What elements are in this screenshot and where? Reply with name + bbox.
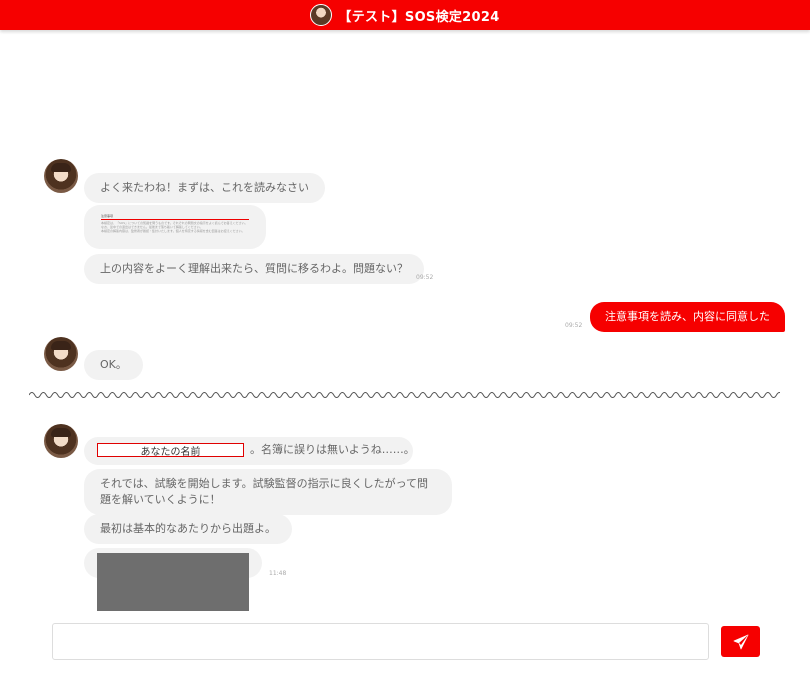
document-preview[interactable]: 注意事項 本検定は、「SOS」についての知識を問うものです。それぞれの問題文の指…: [101, 214, 251, 240]
bot-message: 最初は基本的なあたりから出題よ。: [84, 514, 292, 544]
document-divider: [101, 219, 249, 220]
send-button[interactable]: [721, 626, 760, 657]
bot-message: よく来たわね！まずは、これを読みなさい: [84, 173, 325, 203]
message-input[interactable]: [52, 623, 709, 660]
page-title: 【テスト】SOS検定2024: [338, 9, 500, 25]
name-field[interactable]: あなたの名前: [97, 443, 244, 458]
bot-avatar: [44, 337, 78, 371]
bot-avatar: [44, 424, 78, 458]
bot-avatar: [44, 159, 78, 193]
bot-message: それでは、試験を開始します。試験監督の指示に良くしたがって問題を解いていくように…: [84, 469, 452, 515]
document-title: 注意事項: [101, 214, 114, 218]
bot-message: 上の内容をよーく理解出来たら、質問に移るわよ。問題ない？: [84, 254, 424, 284]
image-placeholder[interactable]: [97, 553, 249, 611]
bot-message: OK。: [84, 350, 143, 380]
app-header: 【テスト】SOS検定2024: [0, 0, 810, 30]
paper-plane-icon: [733, 634, 748, 649]
document-line: 本検定の解答内容は、監修者が確認・集計いたします。個人を特定する情報を含む回答は…: [101, 229, 245, 233]
character-avatar-icon: [310, 4, 333, 26]
message-timestamp: 09:52: [416, 274, 434, 281]
message-timestamp: 11:48: [269, 570, 287, 577]
section-divider: [29, 392, 780, 398]
bot-message-text: 。名簿に誤りは無いようね……。: [250, 443, 415, 456]
user-message: 注意事項を読み、内容に同意した: [590, 302, 785, 332]
message-timestamp: 09:52: [565, 322, 583, 329]
